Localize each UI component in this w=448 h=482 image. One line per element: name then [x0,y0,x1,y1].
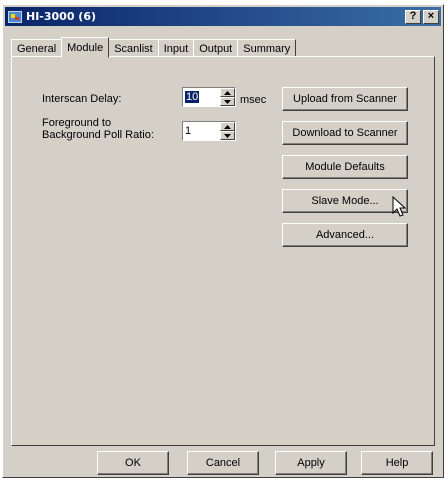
dialog-window: HI-3000 (6) ? × General Module Scanlist … [2,4,444,478]
apply-button[interactable]: Apply [275,451,347,475]
arrow-down-icon [224,133,231,138]
download-to-scanner-button[interactable]: Download to Scanner [282,121,408,145]
poll-ratio-spinner[interactable]: 1 [182,121,236,141]
interscan-up-button[interactable] [220,88,235,97]
ok-button[interactable]: OK [97,451,169,475]
tab-scanlist[interactable]: Scanlist [108,39,159,57]
help-button[interactable]: Help [361,451,433,475]
poll-ratio-label-line2: Background Poll Ratio: [42,129,154,141]
window-title: HI-3000 (6) [26,10,97,23]
tab-strip: General Module Scanlist Input Output Sum… [11,35,297,58]
arrow-up-icon [224,124,231,129]
module-tab-panel: Interscan Delay: 10 msec Foreground to B… [11,56,435,446]
scanner-app-icon [8,10,22,23]
cancel-button[interactable]: Cancel [187,451,259,475]
tab-summary[interactable]: Summary [237,39,297,57]
tab-general[interactable]: General [11,39,63,57]
help-title-button[interactable]: ? [405,9,421,24]
advanced-button[interactable]: Advanced... [282,223,408,247]
arrow-down-icon [224,99,231,104]
interscan-delay-value: 10 [185,91,200,103]
upload-from-scanner-button[interactable]: Upload from Scanner [282,87,408,111]
tab-input[interactable]: Input [157,39,195,57]
interscan-down-button[interactable] [220,97,235,106]
interscan-delay-unit: msec [240,94,267,106]
interscan-delay-spinner[interactable]: 10 [182,87,236,107]
poll-ratio-up-button[interactable] [220,122,235,131]
tab-output[interactable]: Output [193,39,239,57]
interscan-delay-label: Interscan Delay: [42,93,122,105]
interscan-delay-field[interactable]: 10 [183,88,220,106]
tab-module[interactable]: Module [61,37,110,58]
mouse-pointer-icon [392,196,407,217]
close-title-button[interactable]: × [423,9,439,24]
poll-ratio-field[interactable]: 1 [183,122,220,140]
title-bar[interactable]: HI-3000 (6) ? × [5,7,441,26]
module-defaults-button[interactable]: Module Defaults [282,155,408,179]
slave-mode-button[interactable]: Slave Mode... [282,189,408,213]
poll-ratio-down-button[interactable] [220,131,235,140]
arrow-up-icon [224,90,231,95]
